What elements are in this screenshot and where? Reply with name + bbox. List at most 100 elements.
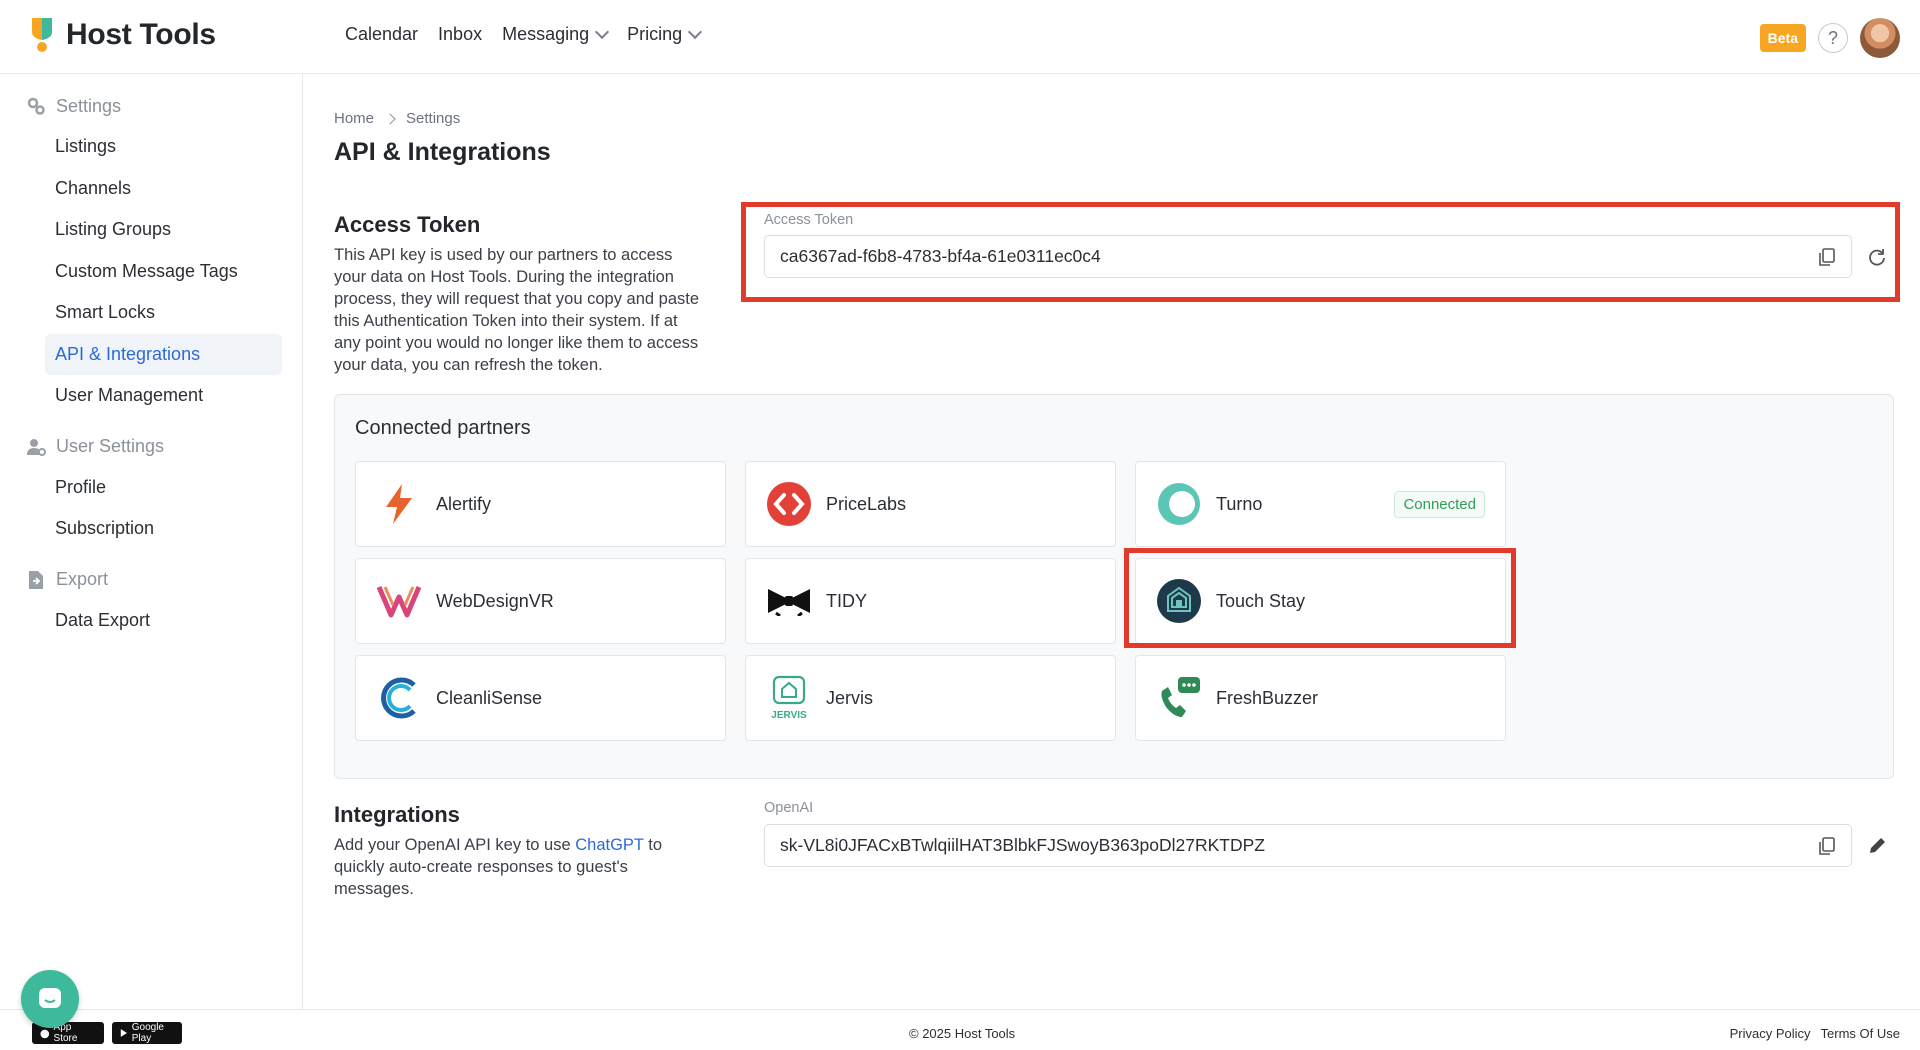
partner-name: Jervis [826, 687, 874, 708]
touchstay-logo-icon [1156, 578, 1202, 624]
openai-key-field[interactable]: sk-VL8i0JFACxBTwlqiilHAT3BlbkFJSwoyB363p… [764, 824, 1852, 867]
nav-calendar-label: Calendar [345, 24, 419, 44]
nav-pricing-label: Pricing [627, 24, 683, 44]
chevron-down-icon [595, 24, 610, 39]
footer: App Store Google Play © 2025 Host Tools … [0, 1009, 1920, 1050]
partner-card-cleanlisense[interactable]: CleanliSense [355, 655, 726, 741]
sidebar-item-api-integrations[interactable]: API & Integrations [45, 333, 282, 375]
beta-badge[interactable]: Beta [1759, 24, 1806, 52]
chevron-right-icon [384, 112, 396, 125]
host-tools-logo-icon [32, 18, 52, 52]
partner-name: Touch Stay [1216, 590, 1306, 611]
google-play-badge[interactable]: Google Play [112, 1022, 182, 1044]
connected-partners-panel: Connected partners Alertify PriceLabs Tu… [334, 394, 1894, 779]
sidebar-item-smart-locks[interactable]: Smart Locks [0, 292, 302, 334]
top-bar: Host Tools Calendar Inbox Messaging Pric… [0, 0, 1920, 74]
webdesignvr-logo-icon [376, 578, 422, 624]
partner-card-pricelabs[interactable]: PriceLabs [745, 461, 1116, 547]
integrations-desc-text: Add your OpenAI API key to use [334, 836, 576, 854]
pricelabs-logo-icon [766, 481, 812, 527]
breadcrumb-settings[interactable]: Settings [406, 110, 460, 127]
partner-name: FreshBuzzer [1216, 687, 1319, 708]
connected-partners-title: Connected partners [355, 417, 531, 439]
nav-pricing[interactable]: Pricing [627, 24, 703, 45]
access-token-label: Access Token [764, 212, 854, 228]
sidebar: Settings Listings Channels Listing Group… [0, 74, 303, 1009]
copy-icon[interactable] [1819, 837, 1835, 855]
breadcrumb: Home Settings [334, 110, 460, 127]
bowtie-icon [766, 578, 812, 624]
partner-card-freshbuzzer[interactable]: FreshBuzzer [1135, 655, 1506, 741]
privacy-policy-link[interactable]: Privacy Policy [1730, 1026, 1811, 1041]
sidebar-section-title: User Settings [56, 436, 165, 456]
sidebar-item-user-management[interactable]: User Management [0, 375, 302, 417]
user-gear-icon [27, 438, 46, 456]
chat-bubble-button[interactable] [21, 970, 79, 1028]
help-icon[interactable]: ? [1818, 23, 1848, 53]
top-nav: Calendar Inbox Messaging Pricing [345, 24, 703, 45]
brand[interactable]: Host Tools [30, 16, 216, 54]
partner-card-tidy[interactable]: TIDY [745, 558, 1116, 644]
sidebar-item-data-export[interactable]: Data Export [0, 600, 302, 642]
sidebar-section-title: Settings [56, 95, 122, 116]
access-token-info: Access Token This API key is used by our… [334, 212, 704, 376]
lightning-bolt-icon [376, 481, 422, 527]
integrations-title: Integrations [334, 802, 460, 827]
partner-card-touch-stay[interactable]: Touch Stay [1135, 558, 1506, 644]
phone-chat-icon [1156, 675, 1202, 721]
breadcrumb-home[interactable]: Home [334, 110, 374, 127]
sidebar-item-listing-groups[interactable]: Listing Groups [0, 209, 302, 251]
sidebar-section-user-settings: User Settings [0, 427, 302, 467]
pencil-icon[interactable] [1867, 836, 1887, 856]
terms-of-use-link[interactable]: Terms Of Use [1821, 1026, 1900, 1041]
sidebar-item-channels[interactable]: Channels [0, 168, 302, 210]
cleanlisense-logo-icon [376, 675, 422, 721]
partner-name: TIDY [826, 590, 868, 611]
openai-key-value: sk-VL8i0JFACxBTwlqiilHAT3BlbkFJSwoyB363p… [780, 835, 1265, 855]
jervis-logo-icon: JERVIS [766, 675, 812, 721]
partner-name: PriceLabs [826, 493, 907, 514]
nav-inbox[interactable]: Inbox [438, 24, 482, 45]
file-export-icon [29, 570, 43, 589]
refresh-icon[interactable] [1867, 247, 1887, 267]
google-play-label: Google Play [131, 1022, 164, 1044]
partner-name: WebDesignVR [436, 590, 554, 611]
partner-card-turno[interactable]: Turno Connected [1135, 461, 1506, 547]
sidebar-item-custom-message-tags[interactable]: Custom Message Tags [0, 251, 302, 293]
main-content: Home Settings API & Integrations Access … [304, 74, 1920, 1009]
top-right-controls: Beta ? [1759, 18, 1900, 58]
sidebar-item-profile[interactable]: Profile [0, 467, 302, 509]
page-title: API & Integrations [334, 138, 551, 166]
chatgpt-link[interactable]: ChatGPT [575, 836, 643, 854]
integrations-info: Integrations Add your OpenAI API key to … [334, 802, 704, 900]
sidebar-section-settings: Settings [0, 86, 302, 126]
copy-icon[interactable] [1819, 248, 1835, 266]
avatar[interactable] [1860, 18, 1900, 58]
turno-logo-icon [1156, 481, 1202, 527]
partner-name: CleanliSense [436, 687, 543, 708]
chevron-down-icon [688, 24, 703, 39]
access-token-title: Access Token [334, 212, 481, 237]
partner-card-jervis[interactable]: JERVIS Jervis [745, 655, 1116, 741]
access-token-description: This API key is used by our partners to … [334, 246, 700, 374]
access-token-value: ca6367ad-f6b8-4783-bf4a-61e0311ec0c4 [780, 246, 1101, 266]
svg-text:JERVIS: JERVIS [771, 710, 807, 721]
chat-icon [39, 988, 61, 1008]
footer-links: Privacy Policy Terms Of Use [1730, 1026, 1900, 1041]
partner-name: Turno [1216, 493, 1263, 514]
play-icon [120, 1029, 127, 1037]
partner-name: Alertify [436, 493, 492, 514]
sidebar-section-title: Export [56, 569, 109, 589]
nav-messaging[interactable]: Messaging [502, 24, 610, 45]
sidebar-section-export: Export [0, 560, 302, 600]
nav-calendar[interactable]: Calendar [345, 24, 418, 45]
partner-card-alertify[interactable]: Alertify [355, 461, 726, 547]
integrations-description: Add your OpenAI API key to use ChatGPT t… [334, 834, 704, 900]
connected-badge: Connected [1394, 491, 1485, 518]
partner-card-webdesignvr[interactable]: WebDesignVR [355, 558, 726, 644]
nav-messaging-label: Messaging [502, 24, 590, 44]
copyright: © 2025 Host Tools [909, 1026, 1016, 1041]
sidebar-item-listings[interactable]: Listings [0, 126, 302, 168]
sidebar-item-subscription[interactable]: Subscription [0, 508, 302, 550]
access-token-field[interactable]: ca6367ad-f6b8-4783-bf4a-61e0311ec0c4 [764, 235, 1852, 278]
